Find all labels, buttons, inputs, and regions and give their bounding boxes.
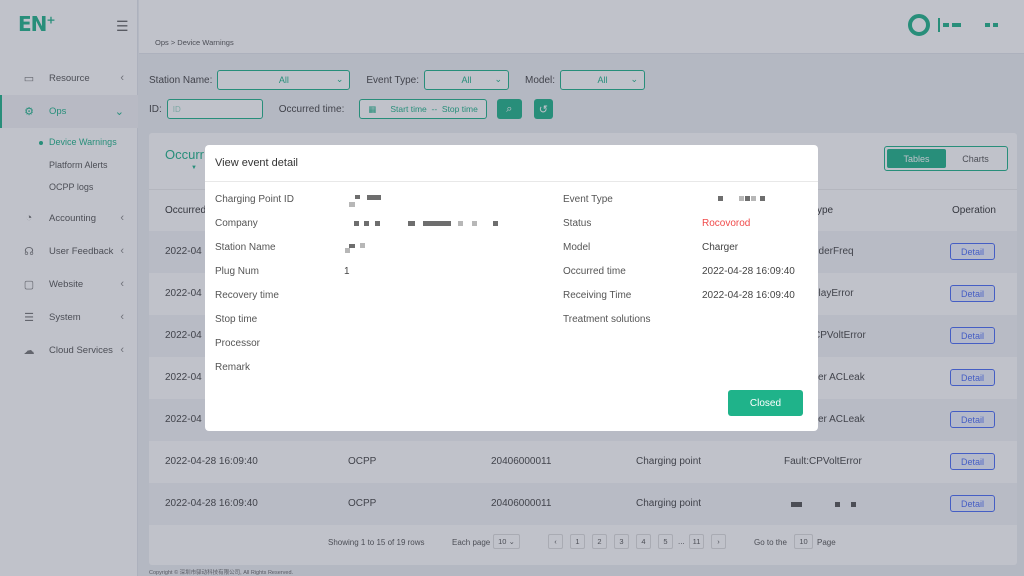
label-remark: Remark: [215, 362, 251, 373]
redacted-text: [718, 196, 723, 201]
value-receiving-time: 2022-04-28 16:09:40: [702, 290, 795, 301]
label-plug-num: Plug Num: [215, 266, 259, 277]
redacted-text: [751, 196, 756, 201]
label-recovery-time: Recovery time: [215, 290, 279, 301]
value-plug-num: 1: [344, 266, 350, 277]
label-station-name: Station Name: [215, 242, 276, 253]
label-receiving-time: Receiving Time: [563, 290, 632, 301]
redacted-text: [739, 196, 744, 201]
redacted-text: [760, 196, 765, 201]
redacted-text: [364, 221, 369, 226]
event-detail-modal: View event detail Charging Point ID Comp…: [205, 145, 818, 431]
label-event-type: Event Type: [563, 194, 613, 205]
label-charging-point-id: Charging Point ID: [215, 194, 294, 205]
redacted-text: [345, 248, 350, 253]
divider: [205, 181, 818, 182]
value-status: Rocovorod: [702, 218, 751, 229]
redacted-text: [408, 221, 415, 226]
value-occurred-time: 2022-04-28 16:09:40: [702, 266, 795, 277]
redacted-text: [360, 243, 365, 248]
value-model: Charger: [702, 242, 739, 253]
redacted-text: [472, 221, 477, 226]
redacted-text: [423, 221, 451, 226]
redacted-text: [458, 221, 463, 226]
redacted-text: [375, 221, 380, 226]
closed-button[interactable]: Closed: [728, 390, 803, 416]
label-stop-time: Stop time: [215, 314, 258, 325]
label-model: Model: [563, 242, 591, 253]
redacted-text: [493, 221, 498, 226]
redacted-text: [355, 195, 360, 199]
label-occurred-time: Occurred time: [563, 266, 626, 277]
redacted-text: [745, 196, 750, 201]
label-status: Status: [563, 218, 592, 229]
label-processor: Processor: [215, 338, 261, 349]
redacted-text: [349, 202, 355, 207]
redacted-text: [367, 195, 381, 200]
modal-title: View event detail: [215, 157, 298, 169]
redacted-text: [354, 221, 359, 226]
label-company: Company: [215, 218, 258, 229]
label-treatment-solutions: Treatment solutions: [563, 314, 651, 325]
